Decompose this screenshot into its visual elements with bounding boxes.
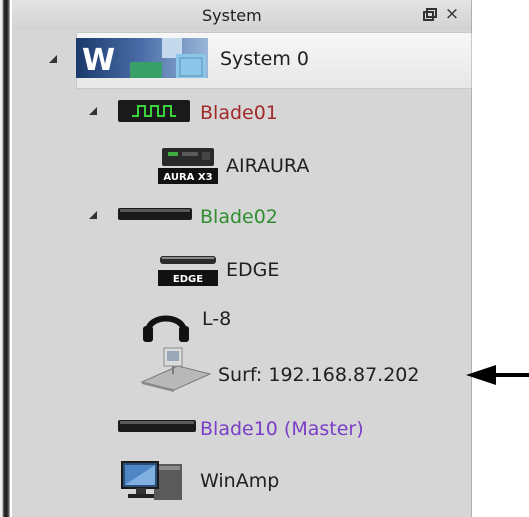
tree-item-edge[interactable]: EDGE EDGE [12,244,471,292]
tree-item-l8[interactable]: L-8 [12,298,471,342]
svg-text:EDGE: EDGE [173,274,203,285]
tree-item-surf[interactable]: Surf: 192.168.87.202 [12,342,471,392]
system-panel: System × W System 0 Blade01 AURA X3 AIRA… [12,0,472,517]
tree-item-label: L-8 [202,308,232,330]
blade-bar-icon [118,420,196,432]
tree-item-blade10[interactable]: Blade10 (Master) [12,408,471,448]
close-icon[interactable]: × [443,5,461,23]
tree-item-label: WinAmp [200,470,280,492]
edge-device-icon: EDGE [158,256,218,286]
computer-icon [121,461,182,500]
tree-item-label: Surf: 192.168.87.202 [218,364,420,386]
tree-item-airaura[interactable]: AURA X3 AIRAURA [12,140,471,188]
tree-item-blade02[interactable]: Blade02 [12,196,471,236]
tree-item-label: Blade02 [200,206,278,228]
tree-item-blade01[interactable]: Blade01 [12,92,471,132]
control-surface-icon [140,347,212,392]
pointer-arrow-icon [466,365,529,385]
tree-item-label: Blade10 (Master) [200,418,364,440]
svg-text:AURA X3: AURA X3 [163,172,212,183]
panel-title: System [202,6,262,25]
tree-item-system-0[interactable]: W System 0 [12,30,471,88]
panel-splitter[interactable] [0,0,10,517]
tree-item-label: EDGE [226,259,280,281]
headphones-icon [143,315,189,342]
tree-item-label: AIRAURA [226,155,310,177]
tree-item-label: Blade01 [200,102,278,124]
tree-item-label: System 0 [220,48,309,70]
tree-item-winamp[interactable]: WinAmp [12,456,471,504]
blade-bar-icon [118,208,192,220]
blade-waveform-icon [118,100,190,122]
aura-x3-device-icon: AURA X3 [158,148,218,184]
svg-text:W: W [82,43,115,78]
float-window-icon[interactable] [421,6,439,24]
system-logo-icon: W [76,38,208,78]
panel-titlebar: System × [12,0,471,30]
